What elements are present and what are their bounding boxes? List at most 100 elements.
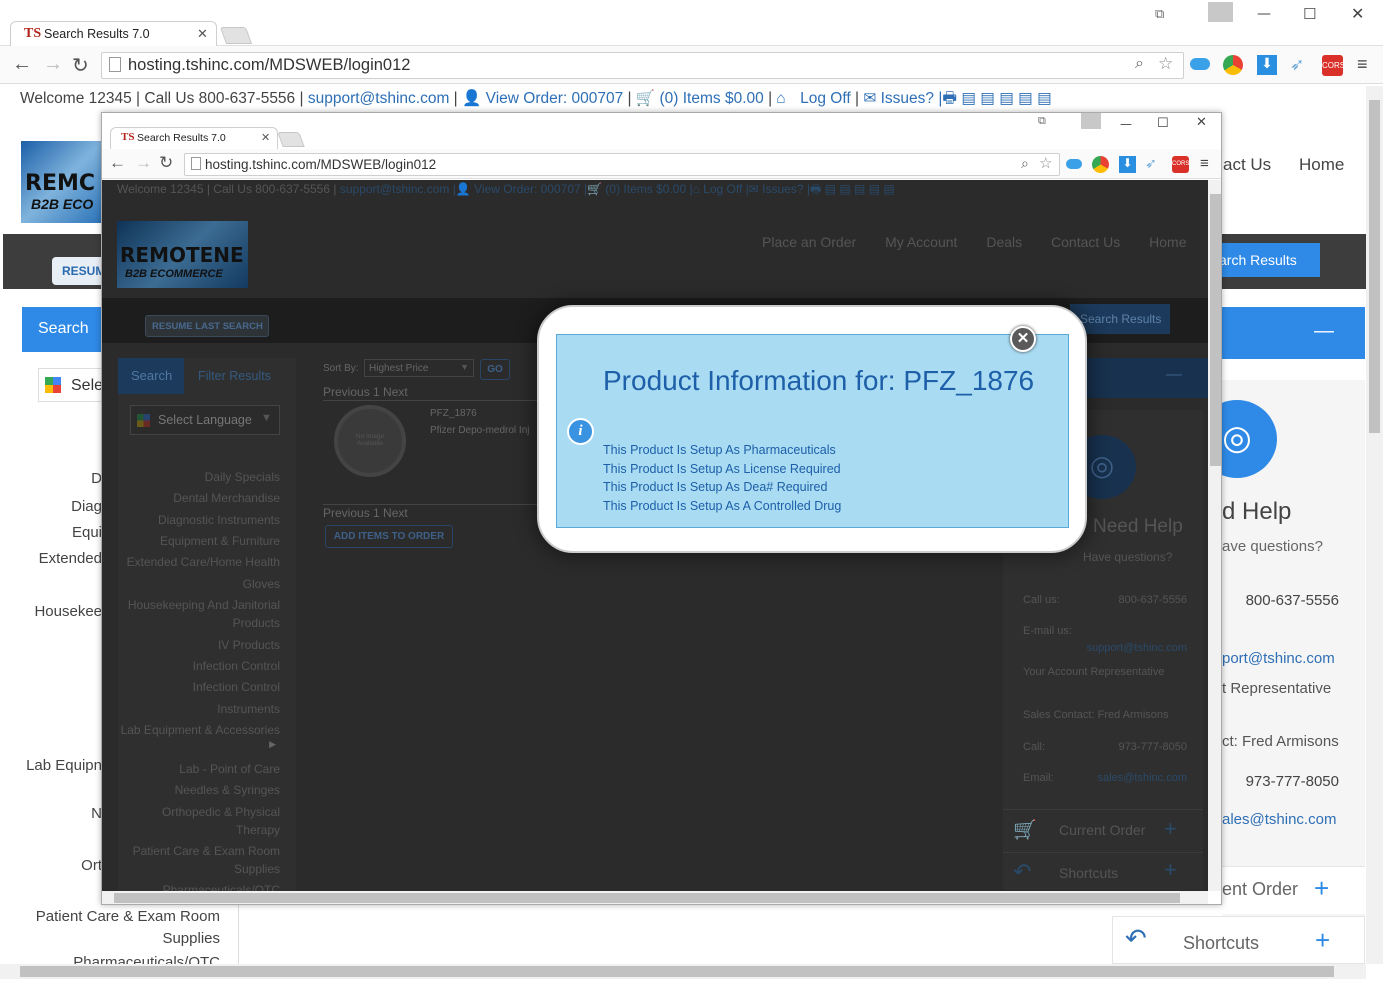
back-shortcuts-row[interactable]: ↶ Shortcuts + [1112,916,1365,964]
back-back-icon[interactable]: ← [12,53,32,76]
front-profile-icon[interactable] [1081,113,1101,129]
category-item[interactable]: Needles & Syringes [175,781,280,799]
modal-close-icon[interactable]: ✕ [1010,326,1036,352]
front-download-ext-icon[interactable]: ⬇ [1119,156,1136,173]
category-item[interactable]: Diagnostic Instruments [158,511,280,529]
resume-last-search-button[interactable]: RESUME LAST SEARCH [145,315,269,337]
front-tab-search-results[interactable]: TS Search Results 7.0 ✕ [110,127,278,149]
current-order-row[interactable]: 🛒 Current Order + [1003,809,1203,851]
front-reload-icon[interactable]: ↻ [159,153,173,173]
category-item[interactable]: Housekeeping And Janitorial Products [120,596,280,632]
product-description[interactable]: Pfizer Depo-medrol Inj [430,425,529,436]
back-cast-icon[interactable]: ⧉ [1155,6,1164,22]
logoff-link[interactable]: Log Off [800,90,851,107]
back-category-patient-care[interactable]: Patient Care & Exam Room Supplies [0,906,220,950]
back-chrome-ext-icon[interactable] [1223,55,1243,75]
front-minimize-icon[interactable]: — [1120,117,1132,131]
back-download-ext-icon[interactable]: ⬇ [1257,55,1277,75]
back-resume-button[interactable]: RESUM [52,257,107,285]
back-cors-ext-icon[interactable]: CORS [1322,55,1345,76]
back-collapse-icon[interactable]: — [1314,320,1334,343]
category-item[interactable]: Orthopedic & Physical Therapy [150,803,280,839]
front-new-tab-button[interactable] [277,132,305,147]
front-horizontal-scrollbar[interactable] [102,891,1208,904]
cart-items-link[interactable]: (0) Items $0.00 [660,90,764,107]
select-language-dropdown[interactable]: Select Language ▼ [130,405,280,435]
back-nav-home[interactable]: Home [1299,155,1344,175]
front-menu-icon[interactable]: ≡ [1200,155,1209,172]
back-bookmark-star-icon[interactable]: ☆ [1158,54,1173,74]
support-email-link[interactable]: support@tshinc.com [308,90,450,107]
front-cloud-ext-icon[interactable] [1066,159,1082,169]
back-current-order-row[interactable]: ent Order + [1222,866,1365,914]
sales-email-value[interactable]: sales@tshinc.com [1098,772,1187,784]
back-search-tab[interactable]: Search [22,307,102,352]
category-item[interactable]: Daily Specials [205,468,280,486]
sidebar-tab-search[interactable]: Search [118,358,184,394]
submenu-arrow-icon[interactable]: ▶ [269,739,276,750]
category-item[interactable]: Lab - Point of Care [179,760,280,778]
back-cloud-ext-icon[interactable] [1190,58,1210,70]
category-item[interactable]: Equipment & Furniture [160,532,280,550]
front-maximize-icon[interactable]: ☐ [1157,116,1169,131]
nav-deals[interactable]: Deals [986,234,1022,250]
shortcuts-row[interactable]: ↶ Shortcuts + [1003,852,1203,891]
go-button[interactable]: GO [480,359,510,380]
front-chrome-ext-icon[interactable] [1092,156,1109,173]
sort-by-select[interactable]: Highest Price ▼ [364,359,474,377]
back-vscroll-thumb[interactable] [1369,100,1380,433]
category-item[interactable]: Lab Equipment & Accessories [121,721,280,739]
category-item[interactable]: Infection Control [193,678,280,696]
back-vertical-scrollbar[interactable] [1366,86,1383,964]
support-email-value[interactable]: support@tshinc.com [1087,642,1187,654]
back-close-window-icon[interactable]: ✕ [1351,4,1364,23]
sidebar-tab-filter[interactable]: Filter Results [198,369,271,383]
pager-bottom[interactable]: Previous 1 Next [323,504,543,520]
back-select-language[interactable]: Sele [38,368,106,402]
back-horizontal-scrollbar[interactable] [0,964,1366,979]
back-address-bar[interactable]: hosting.tshinc.com/MDSWEB/login012 ⌕ ☆ [101,52,1184,79]
back-feather-ext-icon[interactable]: ➶ [1290,55,1304,75]
back-search-results-button[interactable]: arch Results [1215,243,1320,277]
back-plus-icon[interactable]: + [1314,873,1329,904]
front-cast-icon[interactable]: ⧉ [1038,115,1046,128]
back-menu-icon[interactable]: ≡ [1357,54,1368,75]
shortcuts-plus-icon[interactable]: + [1164,857,1177,883]
front-vertical-scrollbar[interactable] [1208,180,1221,891]
back-zoom-icon[interactable]: ⌕ [1135,55,1144,73]
front-feather-ext-icon[interactable]: ➶ [1145,155,1157,172]
category-item[interactable]: Patient Care & Exam Room Supplies [130,842,280,878]
category-item[interactable]: IV Products [218,636,280,654]
home-icon[interactable]: ⌂ [776,90,785,107]
category-item[interactable]: Pharmaceuticals/OTC [163,881,280,891]
view-order-link[interactable]: View Order: 000707 [486,90,624,107]
back-nav-contact-us[interactable]: act Us [1223,155,1271,175]
front-address-bar[interactable]: hosting.tshinc.com/MDSWEB/login012 ⌕ ☆ [184,153,1060,176]
category-item[interactable]: Extended Care/Home Health [127,553,280,571]
nav-contact-us[interactable]: Contact Us [1051,234,1120,250]
front-cors-ext-icon[interactable]: CORS [1172,156,1189,173]
nav-place-order[interactable]: Place an Order [762,234,856,250]
back-maximize-icon[interactable]: ☐ [1303,5,1316,23]
back-forward-icon[interactable]: → [43,53,63,76]
front-hscroll-thumb[interactable] [114,893,1180,903]
back-reload-icon[interactable]: ↻ [72,53,89,78]
front-vscroll-thumb[interactable] [1210,194,1221,466]
front-tab-close-icon[interactable]: ✕ [261,131,270,144]
back-tab-close-icon[interactable]: ✕ [197,26,208,42]
current-order-plus-icon[interactable]: + [1164,816,1177,842]
front-bookmark-star-icon[interactable]: ☆ [1039,154,1052,172]
front-close-window-icon[interactable]: ✕ [1196,115,1207,130]
back-profile-icon[interactable] [1208,2,1233,22]
nav-my-account[interactable]: My Account [885,234,957,250]
front-collapse-icon[interactable]: — [1166,366,1182,384]
back-minimize-icon[interactable]: — [1257,6,1271,22]
back-hscroll-thumb[interactable] [20,966,1334,977]
add-items-to-order-button[interactable]: ADD ITEMS TO ORDER [325,525,453,548]
back-tab-search-results[interactable]: TS Search Results 7.0 ✕ [10,21,217,47]
category-item[interactable]: Dental Merchandise [173,489,280,507]
nav-home[interactable]: Home [1149,234,1186,250]
pager-top[interactable]: Previous 1 Next [323,385,543,401]
front-forward-icon[interactable]: → [135,153,152,173]
category-item[interactable]: Infection Control [193,657,280,675]
